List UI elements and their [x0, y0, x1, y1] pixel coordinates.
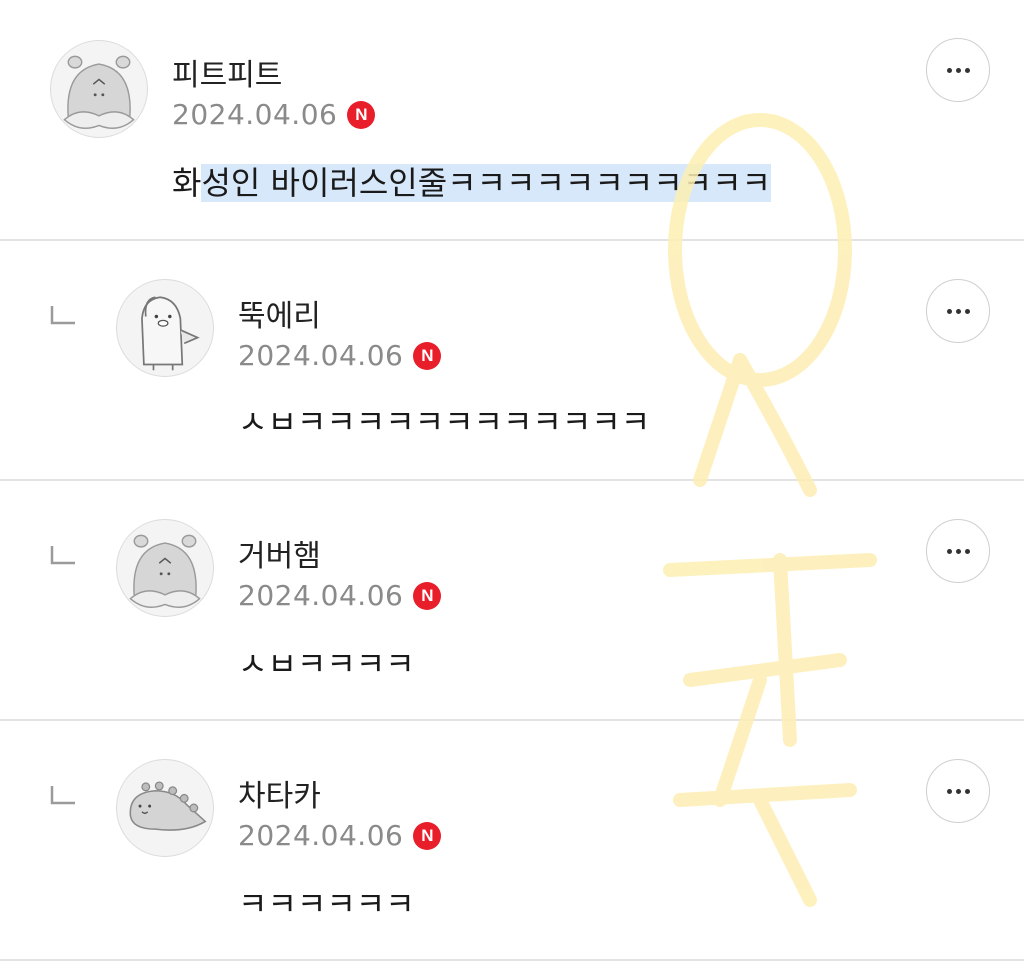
more-options-button[interactable]: [926, 279, 990, 343]
date-row: 2024.04.06 N: [238, 579, 442, 612]
divider: [0, 959, 1024, 961]
comment-item: 피트피트 2024.04.06 N 화성인 바이러스인줄ㅋㅋㅋㅋㅋㅋㅋㅋㅋㅋㅋ: [0, 0, 1024, 240]
date-row: 2024.04.06 N: [172, 98, 376, 131]
dot-icon: [955, 548, 961, 554]
hamster-avatar-icon: [129, 534, 201, 608]
new-badge: N: [413, 341, 442, 370]
dot-icon: [964, 548, 970, 554]
comment-text: ㅅㅂㅋㅋㅋㅋ: [238, 645, 415, 683]
dot-icon: [964, 788, 970, 794]
comment-date: 2024.04.06: [238, 339, 404, 372]
dot-icon: [955, 67, 961, 73]
reply-arrow-icon: [50, 546, 75, 565]
author-name[interactable]: 차타카: [238, 771, 321, 815]
more-options-button[interactable]: [926, 38, 990, 102]
new-badge: N: [413, 821, 442, 850]
dot-icon: [946, 788, 952, 794]
avatar[interactable]: [50, 40, 148, 138]
author-name[interactable]: 뚝에리: [238, 291, 321, 335]
comment-date: 2024.04.06: [238, 819, 404, 852]
dot-icon: [946, 548, 952, 554]
dot-icon: [955, 788, 961, 794]
comment-text-highlighted: 성인 바이러스인줄ㅋㅋㅋㅋㅋㅋㅋㅋㅋㅋㅋ: [201, 164, 771, 202]
avatar[interactable]: [116, 279, 214, 377]
hamster-avatar-icon: [63, 55, 135, 129]
dot-icon: [955, 308, 961, 314]
penguin-avatar-icon: [141, 296, 200, 371]
new-badge: N: [413, 581, 442, 610]
reply-item: 거버햄 2024.04.06 N ㅅㅂㅋㅋㅋㅋ: [0, 481, 1024, 720]
reply-arrow-icon: [50, 786, 75, 805]
comment-date: 2024.04.06: [172, 98, 338, 131]
date-row: 2024.04.06 N: [238, 819, 442, 852]
dot-icon: [946, 67, 952, 73]
dinosaur-avatar-icon: [129, 781, 207, 831]
avatar[interactable]: [116, 759, 214, 857]
comment-text: 화성인 바이러스인줄ㅋㅋㅋㅋㅋㅋㅋㅋㅋㅋㅋ: [172, 158, 771, 204]
more-options-button[interactable]: [926, 519, 990, 583]
comment-date: 2024.04.06: [238, 579, 404, 612]
reply-item: 차타카 2024.04.06 N ㅋㅋㅋㅋㅋㅋ: [0, 721, 1024, 960]
comment-text: ㅋㅋㅋㅋㅋㅋ: [238, 885, 415, 923]
reply-arrow-icon: [50, 306, 75, 325]
dot-icon: [964, 308, 970, 314]
comment-text-plain: 화: [172, 164, 202, 202]
author-name[interactable]: 거버햄: [238, 531, 321, 575]
more-options-button[interactable]: [926, 759, 990, 823]
reply-item: 뚝에리 2024.04.06 N ㅅㅂㅋㅋㅋㅋㅋㅋㅋㅋㅋㅋㅋㅋ: [0, 241, 1024, 480]
dot-icon: [964, 67, 970, 73]
new-badge: N: [347, 100, 376, 129]
author-name[interactable]: 피트피트: [172, 50, 282, 94]
comment-text: ㅅㅂㅋㅋㅋㅋㅋㅋㅋㅋㅋㅋㅋㅋ: [238, 403, 651, 441]
date-row: 2024.04.06 N: [238, 339, 442, 372]
avatar[interactable]: [116, 519, 214, 617]
dot-icon: [946, 308, 952, 314]
